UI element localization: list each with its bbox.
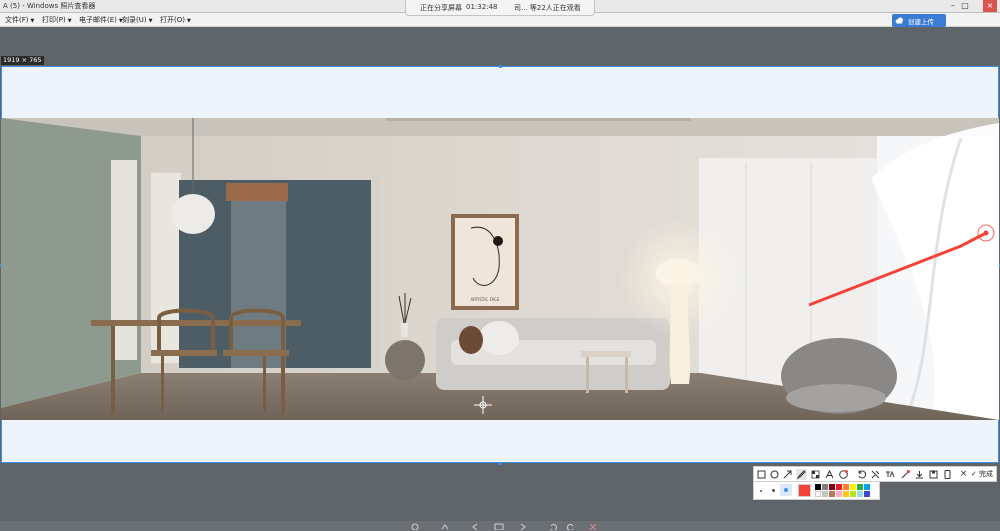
color-swatch[interactable] (815, 484, 821, 490)
color-swatch[interactable] (822, 484, 828, 490)
chevron-down-icon: ▼ (148, 18, 153, 24)
chevron-down-icon: ▼ (186, 18, 191, 24)
annotation-toolbar: × ✓ 完成 (753, 466, 997, 482)
cloud-upload-button[interactable]: 创建上传 (892, 14, 946, 27)
arrow-icon[interactable] (782, 469, 793, 480)
capture-size-label: 1919 × 765 (1, 56, 44, 65)
delete-icon[interactable] (588, 522, 598, 530)
done-button[interactable]: ✓ 完成 (971, 469, 993, 479)
color-swatch[interactable] (864, 484, 870, 490)
resize-handle-bottom[interactable] (499, 462, 502, 465)
stroke-size-small[interactable] (760, 490, 762, 492)
maximize-button[interactable]: □ (958, 0, 972, 12)
zoom-icon[interactable] (410, 522, 420, 530)
color-swatch[interactable] (857, 484, 863, 490)
viewer-controls-bar (0, 521, 1000, 531)
screen-share-bar: 正在分享屏幕 01:32:48 司... 等22人正在观看 (405, 0, 595, 16)
color-swatch[interactable] (815, 491, 821, 497)
stroke-size-medium[interactable] (772, 489, 775, 492)
rotate-right-icon[interactable] (566, 522, 576, 530)
share-viewers[interactable]: 司... 等22人正在观看 (514, 3, 581, 13)
window-title: A (5) - Windows 照片查看器 (3, 2, 96, 10)
color-swatch[interactable] (836, 491, 842, 497)
menu-open[interactable]: 打开(O) ▼ (160, 15, 191, 25)
color-swatch[interactable] (850, 484, 856, 490)
download-icon[interactable] (914, 469, 925, 480)
cloud-upload-label: 创建上传 (908, 18, 934, 26)
cancel-button[interactable]: × (958, 469, 969, 480)
color-palette (753, 482, 880, 500)
undo-icon[interactable] (856, 469, 867, 480)
previous-icon[interactable] (470, 522, 480, 530)
close-button[interactable]: × (983, 0, 997, 12)
color-swatch[interactable] (857, 491, 863, 497)
color-swatch[interactable] (843, 484, 849, 490)
share-status: 正在分享屏幕 (420, 4, 462, 12)
menu-print[interactable]: 打印(P) ▼ (42, 15, 72, 25)
next-icon[interactable] (518, 522, 528, 530)
interior-photo: ARTISTIC FACE (1, 118, 999, 420)
rectangle-icon[interactable] (756, 469, 767, 480)
slideshow-icon[interactable] (494, 522, 504, 530)
edit-icon[interactable] (900, 469, 911, 480)
actual-size-icon[interactable] (440, 522, 450, 530)
color-swatch[interactable] (843, 491, 849, 497)
painting-caption: ARTISTIC FACE (471, 297, 500, 302)
pen-icon[interactable] (796, 469, 807, 480)
pin-icon[interactable] (870, 469, 881, 480)
text-icon[interactable] (824, 469, 835, 480)
color-swatch[interactable] (822, 491, 828, 497)
save-icon[interactable] (928, 469, 939, 480)
chevron-down-icon: ▼ (30, 18, 35, 24)
mosaic-icon[interactable] (810, 469, 821, 480)
translate-icon[interactable] (884, 469, 895, 480)
color-swatch[interactable] (829, 491, 835, 497)
color-swatch[interactable] (850, 491, 856, 497)
menu-file[interactable]: 文件(F) ▼ (5, 15, 34, 25)
cloud-icon (895, 17, 903, 24)
share-timer: 01:32:48 (466, 3, 498, 11)
color-swatch[interactable] (836, 484, 842, 490)
ellipse-icon[interactable] (769, 469, 780, 480)
resize-handle-top[interactable] (499, 65, 502, 68)
share-icon[interactable] (942, 469, 953, 480)
number-icon[interactable] (838, 469, 849, 480)
chevron-down-icon: ▼ (67, 18, 72, 24)
rotate-left-icon[interactable] (548, 522, 558, 530)
stroke-size-large-selected[interactable] (780, 484, 792, 496)
color-swatch[interactable] (829, 484, 835, 490)
current-color-swatch[interactable] (798, 484, 811, 497)
check-icon: ✓ (970, 470, 977, 478)
menu-email[interactable]: 电子邮件(E) ▼ (79, 15, 123, 25)
color-swatch[interactable] (864, 491, 870, 497)
menu-burn[interactable]: 刻录(U) ▼ (122, 15, 152, 25)
